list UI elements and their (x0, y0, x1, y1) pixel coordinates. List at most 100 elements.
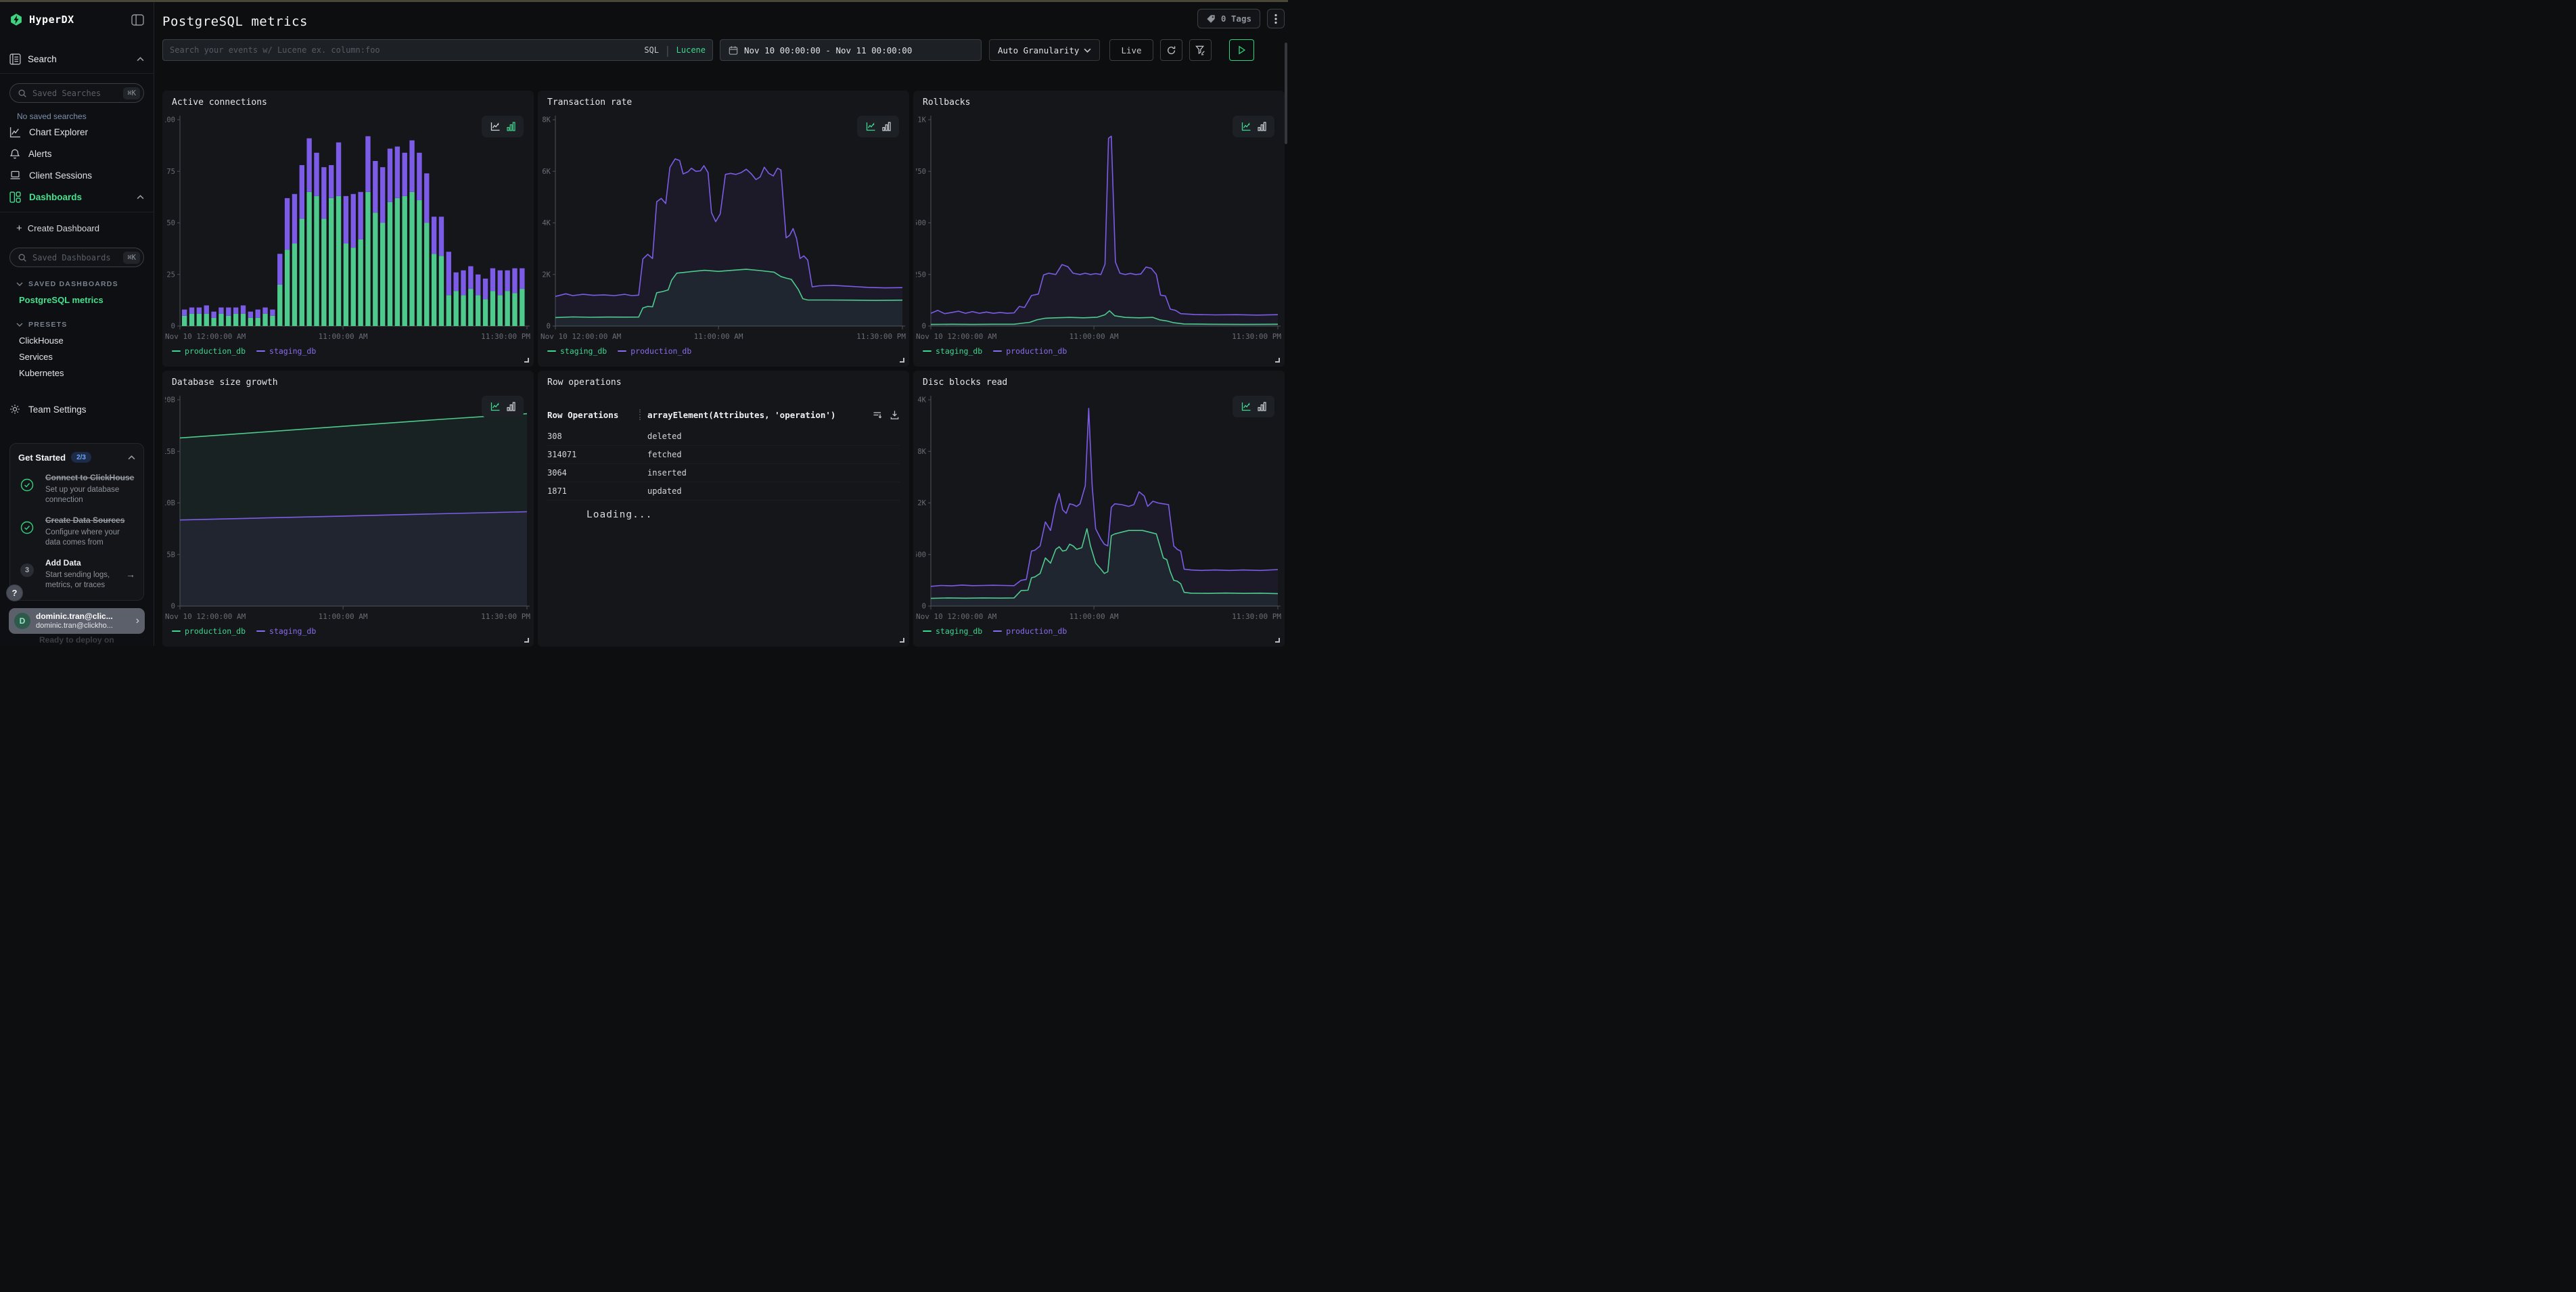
sidebar-preset-kubernetes[interactable]: Kubernetes (9, 365, 144, 381)
sidebar-item-dashboards[interactable]: Dashboards (9, 186, 144, 208)
bar-chart-toggle-icon[interactable] (882, 122, 891, 131)
cell-count: 308 (547, 432, 647, 441)
legend-item[interactable]: production_db (172, 346, 246, 356)
rollbacks-plot[interactable]: 1K7505002500Nov 10 12:00:00 AM11:00:00 A… (916, 113, 1282, 343)
legend-label: production_db (185, 626, 246, 636)
table-row[interactable]: 3064inserted (547, 464, 900, 482)
group-header-label: PRESETS (28, 321, 67, 329)
date-range-label: Nov 10 00:00:00 - Nov 11 00:00:00 (744, 45, 912, 55)
date-range-picker[interactable]: Nov 10 00:00:00 - Nov 11 00:00:00 (720, 39, 982, 61)
active-connections-plot[interactable]: 1007550250Nov 10 12:00:00 AM11:00:00 AM1… (165, 113, 531, 343)
saved-dashboards-input[interactable] (32, 253, 118, 262)
saved-dashboards-group-header[interactable]: SAVED DASHBOARDS (9, 277, 144, 292)
sidebar-item-label: Search (28, 54, 130, 64)
legend-dash (172, 630, 181, 632)
sidebar-item-label: Team Settings (28, 405, 144, 415)
line-chart-toggle-icon[interactable] (1241, 402, 1251, 411)
divider (0, 73, 154, 74)
sidebar-item-client-sessions[interactable]: Client Sessions (9, 164, 144, 186)
database-size-growth-title: Database size growth (172, 377, 278, 388)
legend-item[interactable]: staging_db (256, 626, 316, 636)
granularity-select[interactable]: Auto Granularity (989, 39, 1100, 61)
download-icon[interactable] (890, 410, 900, 420)
legend-item[interactable]: staging_db (923, 626, 982, 636)
table-row[interactable]: 314071fetched (547, 446, 900, 464)
sort-lines-icon[interactable] (873, 410, 883, 420)
mode-sql[interactable]: SQL (644, 45, 659, 55)
line-chart-toggle-icon[interactable] (490, 122, 501, 131)
panel-resize-handle[interactable] (1275, 638, 1280, 643)
cell-operation: inserted (647, 468, 687, 478)
sidebar-item-chart-explorer[interactable]: Chart Explorer (9, 121, 144, 143)
filter-button[interactable] (1189, 39, 1212, 61)
legend-item[interactable]: production_db (993, 626, 1067, 636)
bar-chart-toggle-icon[interactable] (507, 122, 515, 131)
legend-item[interactable]: production_db (618, 346, 691, 356)
get-started-step-connect[interactable]: Connect to ClickHouse Set up your databa… (18, 473, 135, 505)
tags-button[interactable]: 0 Tags (1197, 9, 1260, 28)
dashboard-menu-button[interactable] (1267, 9, 1285, 28)
bell-icon (9, 148, 20, 160)
svg-text:Nov 10 12:00:00 AM: Nov 10 12:00:00 AM (165, 332, 246, 341)
create-dashboard-button[interactable]: + Create Dashboard (9, 218, 144, 238)
transaction-rate-legend: staging_db production_db (547, 346, 691, 356)
legend-item[interactable]: production_db (172, 626, 246, 636)
legend-item[interactable]: staging_db (923, 346, 982, 356)
panel-resize-handle[interactable] (524, 638, 529, 643)
legend-item[interactable]: staging_db (547, 346, 607, 356)
run-query-button[interactable] (1229, 39, 1254, 61)
get-started-step-add-data[interactable]: 3 Add Data Start sending logs, metrics, … (18, 558, 135, 591)
chevron-down-icon (16, 282, 23, 286)
bar-chart-toggle-icon[interactable] (507, 402, 515, 411)
mode-lucene[interactable]: Lucene (676, 45, 706, 55)
collapse-sidebar-icon[interactable] (131, 14, 144, 26)
saved-searches-search[interactable]: ⌘K (9, 83, 144, 103)
column-resize-handle[interactable] (639, 409, 641, 420)
saved-dashboards-search[interactable]: ⌘K (9, 248, 144, 267)
live-button[interactable]: Live (1109, 39, 1153, 61)
transaction-rate-plot[interactable]: 8K6K4K2K0Nov 10 12:00:00 AM11:00:00 AM11… (540, 113, 906, 343)
loading-indicator: Loading... (586, 509, 652, 520)
chevron-up-icon[interactable] (128, 455, 135, 460)
legend-dash (256, 630, 265, 632)
bar-chart-toggle-icon[interactable] (1258, 402, 1266, 411)
hyperdx-logo-icon (9, 13, 23, 26)
help-button[interactable]: ? (6, 584, 23, 601)
table-row[interactable]: 308deleted (547, 428, 900, 446)
refresh-button[interactable] (1160, 39, 1182, 61)
disc-blocks-read-plot[interactable]: 2.4K1.8K1.2K6000Nov 10 12:00:00 AM11:00:… (916, 393, 1282, 623)
panel-database-size-growth: Database size growth 20B15B10B5B0Nov 10 1… (162, 371, 534, 647)
panel-transaction-rate: Transaction rate8K6K4K2K0Nov 10 12:00:00… (538, 91, 909, 367)
panel-resize-handle[interactable] (900, 358, 904, 363)
panel-resize-handle[interactable] (1275, 358, 1280, 363)
presets-group-header[interactable]: PRESETS (9, 317, 144, 332)
line-chart-toggle-icon[interactable] (866, 122, 876, 131)
scrollbar-thumb[interactable] (1285, 43, 1287, 144)
svg-text:600: 600 (916, 551, 926, 559)
user-menu[interactable]: D dominic.tran@clic... dominic.tran@clic… (9, 608, 145, 634)
rollbacks-legend: staging_db production_db (923, 346, 1067, 356)
sidebar-preset-services[interactable]: Services (9, 348, 144, 365)
get-started-step-sources[interactable]: Create Data Sources Configure where your… (18, 515, 135, 548)
saved-searches-input[interactable] (32, 89, 118, 98)
table-row[interactable]: 1871updated (547, 482, 900, 501)
sidebar-dashboard-postgresql-metrics[interactable]: PostgreSQL metrics (9, 292, 144, 308)
svg-text:Nov 10 12:00:00 AM: Nov 10 12:00:00 AM (540, 332, 622, 341)
database-size-growth-plot[interactable]: 20B15B10B5B0Nov 10 12:00:00 AM11:00:00 A… (165, 393, 531, 623)
sidebar-item-team-settings[interactable]: Team Settings (9, 398, 144, 420)
sidebar-preset-clickhouse[interactable]: ClickHouse (9, 332, 144, 348)
sidebar-item-alerts[interactable]: Alerts (9, 143, 144, 164)
step-title: Add Data (45, 558, 116, 568)
line-chart-toggle-icon[interactable] (1241, 122, 1251, 131)
legend-dash (172, 350, 181, 352)
legend-item[interactable]: production_db (993, 346, 1067, 356)
line-chart-toggle-icon[interactable] (490, 402, 501, 411)
legend-label: production_db (1006, 626, 1067, 636)
legend-item[interactable]: staging_db (256, 346, 316, 356)
cell-count: 314071 (547, 450, 647, 459)
bar-chart-toggle-icon[interactable] (1258, 122, 1266, 131)
sidebar-item-search[interactable]: Search (9, 53, 144, 73)
panel-resize-handle[interactable] (900, 638, 904, 643)
event-search-input[interactable] (170, 45, 639, 55)
panel-resize-handle[interactable] (524, 358, 529, 363)
